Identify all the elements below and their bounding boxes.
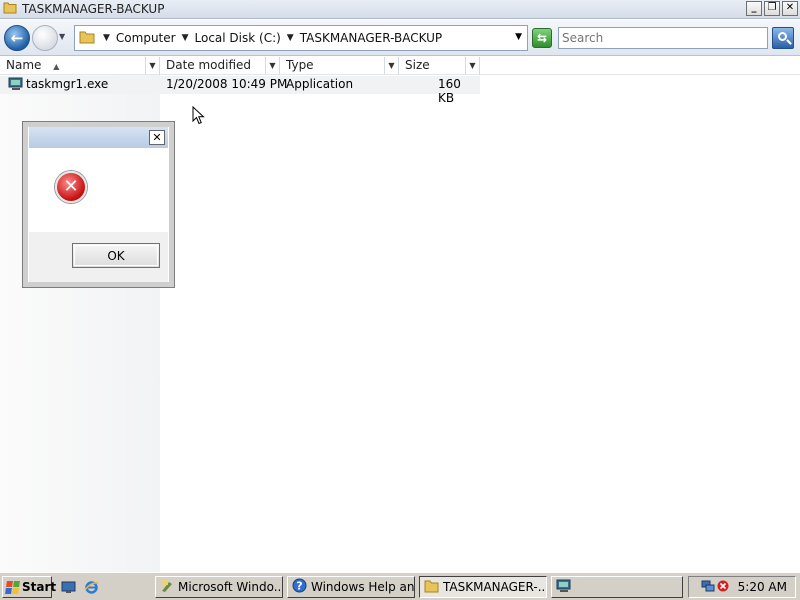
help-icon: ? <box>292 578 307 596</box>
file-row[interactable]: taskmgr1.exe 1/20/2008 10:49 PM Applicat… <box>0 76 480 105</box>
application-icon <box>556 579 572 596</box>
column-header-name[interactable]: Name ▲ ▼ <box>0 57 160 75</box>
column-type-label: Type <box>286 58 314 72</box>
taskbar-item-label: Microsoft Windo... <box>178 580 283 594</box>
taskbar-item-label: TASKMANAGER-... <box>443 580 547 594</box>
breadcrumb-current-folder[interactable]: TASKMANAGER-BACKUP <box>300 31 442 45</box>
column-filter-dropdown[interactable]: ▼ <box>265 57 279 74</box>
forward-button[interactable] <box>32 25 58 51</box>
window-titlebar[interactable]: TASKMANAGER-BACKUP _ ❐ ✕ <box>0 0 800 19</box>
svg-text:?: ? <box>296 580 302 593</box>
taskbar-item-windows-help[interactable]: ? Windows Help an... <box>287 576 415 598</box>
column-header-size[interactable]: Size ▼ <box>399 57 480 75</box>
dialog-close-button[interactable]: ✕ <box>149 130 165 145</box>
clock[interactable]: 5:20 AM <box>738 580 787 594</box>
column-header-type[interactable]: Type ▼ <box>280 57 399 75</box>
search-input[interactable] <box>558 27 768 49</box>
desktop: TASKMANAGER-BACKUP _ ❐ ✕ ← ▼ ▼ Computer … <box>0 0 800 600</box>
breadcrumb-computer[interactable]: Computer <box>116 31 176 45</box>
column-filter-dropdown[interactable]: ▼ <box>465 57 479 74</box>
column-size-label: Size <box>405 58 430 72</box>
show-desktop-icon[interactable] <box>61 580 76 594</box>
file-type: Application <box>286 77 354 91</box>
column-filter-dropdown[interactable]: ▼ <box>145 57 159 74</box>
ok-button[interactable]: OK <box>72 243 160 268</box>
back-button[interactable]: ← <box>4 25 30 51</box>
column-date-label: Date modified <box>166 58 252 72</box>
error-icon: ✕ <box>55 171 87 203</box>
column-filter-dropdown[interactable]: ▼ <box>384 57 398 74</box>
file-name[interactable]: taskmgr1.exe <box>26 77 108 91</box>
taskbar-item-microsoft-windows[interactable]: Microsoft Windo... <box>155 576 283 598</box>
close-button[interactable]: ✕ <box>782 1 798 16</box>
search-button[interactable] <box>772 27 794 49</box>
error-dialog: ✕ ✕ OK <box>22 121 175 288</box>
application-icon <box>8 77 24 94</box>
window-title: TASKMANAGER-BACKUP <box>22 2 165 16</box>
system-tray: 5:20 AM <box>688 576 796 598</box>
refresh-button[interactable]: ⇆ <box>532 28 552 48</box>
start-button[interactable]: Start <box>2 576 56 598</box>
folder-icon <box>3 1 17 17</box>
address-bar[interactable]: ▼ Computer ▼ Local Disk (C:) ▼ TASKMANAG… <box>74 25 528 51</box>
taskbar-item-taskmgr[interactable] <box>551 576 683 598</box>
mouse-cursor-icon <box>192 105 206 129</box>
address-dropdown-icon[interactable]: ▼ <box>515 32 522 42</box>
restore-button[interactable]: ❐ <box>764 1 780 16</box>
dialog-titlebar[interactable]: ✕ <box>29 127 168 148</box>
dialog-footer: OK <box>29 232 168 282</box>
taskbar-item-taskmanager-backup[interactable]: TASKMANAGER-... <box>419 576 547 598</box>
dialog-body: ✕ <box>29 148 168 233</box>
breadcrumb-arrow-icon[interactable]: ▼ <box>287 33 294 43</box>
file-date-modified: 1/20/2008 10:49 PM <box>166 77 288 91</box>
breadcrumb-arrow-icon[interactable]: ▼ <box>182 33 189 43</box>
application-icon <box>160 579 174 596</box>
address-toolbar: ← ▼ ▼ Computer ▼ Local Disk (C:) ▼ TASKM… <box>0 20 800 56</box>
folder-icon <box>79 29 95 48</box>
column-header-row: Name ▲ ▼ Date modified ▼ Type ▼ Size ▼ <box>0 57 800 75</box>
internet-explorer-icon[interactable] <box>84 580 99 594</box>
folder-icon <box>424 579 439 596</box>
file-size: 160 KB <box>438 77 461 105</box>
sort-ascending-icon: ▲ <box>53 62 60 71</box>
column-name-label: Name <box>6 58 42 72</box>
breadcrumb-arrow-icon[interactable]: ▼ <box>103 33 110 43</box>
network-icon[interactable] <box>701 579 715 596</box>
start-label: Start <box>22 580 57 594</box>
ok-button-label: OK <box>107 248 125 263</box>
taskbar: Start Microsoft Windo... ? Windows Help … <box>0 572 800 600</box>
breadcrumb-local-disk[interactable]: Local Disk (C:) <box>195 31 281 45</box>
security-alert-icon[interactable] <box>717 580 729 595</box>
column-header-date[interactable]: Date modified ▼ <box>160 57 280 75</box>
history-dropdown-icon[interactable]: ▼ <box>59 32 65 41</box>
minimize-button[interactable]: _ <box>746 1 762 16</box>
taskbar-item-label: Windows Help an... <box>311 580 415 594</box>
windows-logo-icon <box>5 580 20 594</box>
